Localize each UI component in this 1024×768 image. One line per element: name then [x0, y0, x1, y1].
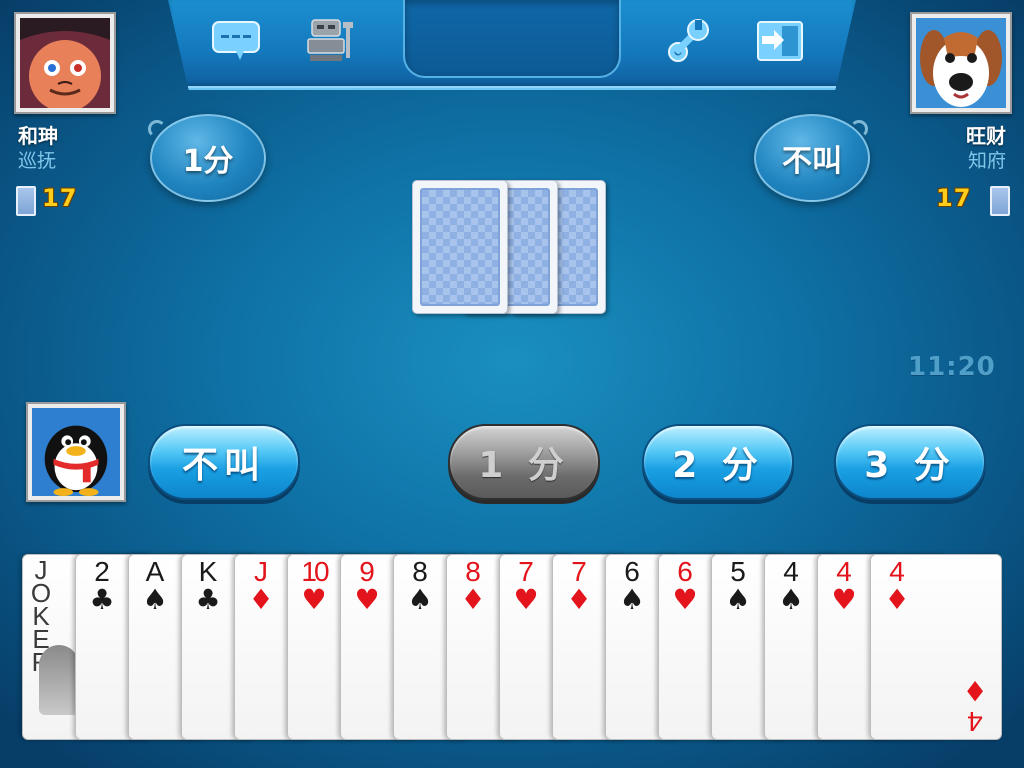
hand-card[interactable]: 4 ♦ 4 ♦: [870, 554, 1002, 740]
landlord-card-1: [412, 180, 508, 314]
robot-icon[interactable]: [302, 16, 358, 66]
card-suit-icon: ♥: [301, 583, 327, 616]
right-player-avatar[interactable]: [910, 12, 1012, 114]
card-suit-icon: ♠: [725, 583, 751, 616]
penguin-avatar-icon: [32, 408, 120, 496]
minister-avatar-icon: [20, 18, 110, 108]
card-suit-icon: ♦: [248, 583, 274, 616]
card-suit-icon: ♦: [884, 583, 910, 616]
card-suit-icon: ♥: [831, 583, 857, 616]
left-player-bid-bubble: 1分: [150, 114, 266, 202]
joker-figure-icon: [39, 645, 79, 715]
left-player-avatar[interactable]: [14, 12, 116, 114]
card-rank: 4: [967, 706, 983, 737]
card-suit-icon: ♥: [513, 583, 539, 616]
bid-1-button[interactable]: 1 分: [448, 424, 600, 500]
dog-avatar-icon: [916, 18, 1006, 108]
card-suit-icon: ♠: [778, 583, 804, 616]
right-player-bid-bubble: 不叫: [754, 114, 870, 202]
card-suit-icon: ♣: [195, 583, 221, 616]
card-suit-icon: ♥: [354, 583, 380, 616]
card-suit-icon: ♦: [566, 583, 592, 616]
right-player-name: 旺财: [966, 124, 1006, 148]
right-player-card-count: 17: [936, 184, 972, 212]
card-suit-icon: ♦: [460, 583, 486, 616]
game-timer: 11:20: [908, 352, 996, 382]
card-suit-icon: ♠: [142, 583, 168, 616]
left-player-title: 巡抚: [18, 150, 57, 172]
card-suit-icon: ♦: [962, 674, 988, 707]
right-player-title: 知府: [967, 150, 1006, 172]
bid-2-button[interactable]: 2 分: [642, 424, 794, 500]
card-suit-icon: ♠: [619, 583, 645, 616]
exit-icon[interactable]: [752, 16, 808, 66]
card-suit-icon: ♣: [89, 583, 115, 616]
card-back-icon: [16, 186, 36, 216]
left-player-card-count: 17: [42, 184, 78, 212]
settings-wrench-icon[interactable]: [660, 16, 716, 66]
player-hand: J O K E R2♣A♠K♣J♦10♥9♥8♠8♦7♥7♦6♠6♥5♠4♠4♥…: [22, 554, 1002, 740]
chat-icon[interactable]: [208, 16, 264, 66]
bid-3-button[interactable]: 3 分: [834, 424, 986, 500]
self-player-avatar[interactable]: [26, 402, 126, 502]
top-center-panel: [403, 0, 621, 78]
pass-button[interactable]: 不叫: [148, 424, 300, 500]
left-player-name: 和珅: [18, 124, 58, 148]
card-suit-icon: ♥: [672, 583, 698, 616]
card-back-icon: [990, 186, 1010, 216]
card-suit-icon: ♠: [407, 583, 433, 616]
